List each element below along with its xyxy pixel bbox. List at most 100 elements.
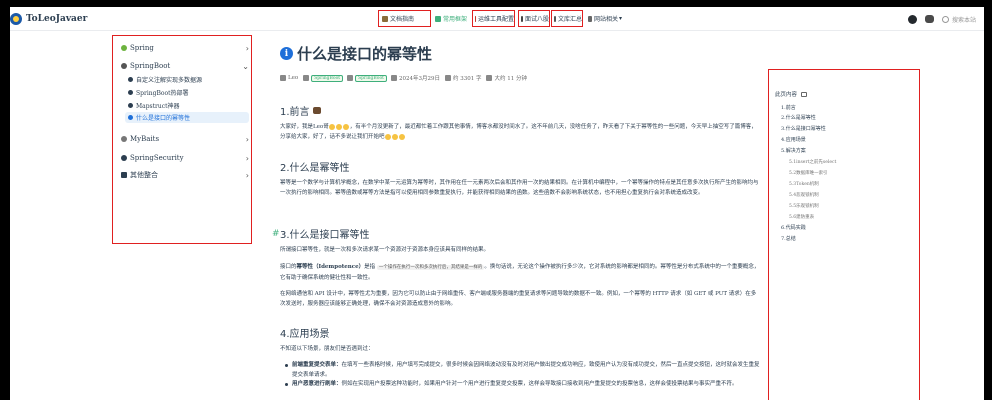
sidebar-item-springboot[interactable]: SpringBoot ⌄ <box>121 60 249 72</box>
toc-item[interactable]: 2.什么是幂等性 <box>781 114 816 123</box>
heading-idempotence: 2.什么是幂等性 <box>280 159 350 174</box>
top-navbar: ToLeoJavaer 文档指南 常用框架 运维工具配置 面试八股 文库汇总 网… <box>10 7 984 31</box>
search-input[interactable]: 搜索本站 <box>941 15 976 24</box>
table-of-contents: 此页内容 1.前言 2.什么是幂等性 3.什么是接口幂等性 4.应用场景 5.解… <box>768 69 920 400</box>
toc-subitem[interactable]: 5.2数据库唯一索引 <box>789 169 828 178</box>
chevron-right-icon: › <box>245 153 249 163</box>
info-icon <box>128 90 133 95</box>
search-placeholder: 搜索本站 <box>951 16 976 24</box>
list-icon <box>521 15 523 22</box>
browser-viewport: ToLeoJavaer 文档指南 常用框架 运维工具配置 面试八股 文库汇总 网… <box>10 7 984 400</box>
sidebar-item-springsecurity[interactable]: SpringSecurity › <box>121 152 249 164</box>
toc-subitem[interactable]: 5.3Token机制 <box>789 180 819 189</box>
anchor-icon[interactable]: # <box>272 229 280 239</box>
bold-text: 幂等性（Idempotence） <box>296 264 365 270</box>
grin-icon <box>392 133 399 140</box>
nav-right: 搜索本站 <box>907 13 976 25</box>
info-icon <box>128 77 133 82</box>
sidebar-subitem-multi-datasource[interactable]: 自定义注解实现多数据源 <box>125 74 249 85</box>
toc-subitem[interactable]: 5.6建防重表 <box>789 213 814 222</box>
text: 不知道以下场景，朋友们是否遇到过： <box>280 346 374 352</box>
toc-item[interactable]: 6.代码实践 <box>781 224 806 233</box>
nav-label: 运维工具配置 <box>477 16 514 23</box>
list-item: 用户恶意进行刷单：例如在实现用户投票这种功能时，如果用户针对一个用户进行重复提交… <box>284 379 760 389</box>
chat-icon[interactable] <box>924 15 934 23</box>
nav-label: 网站相关 <box>593 16 618 23</box>
pen-icon <box>444 75 451 81</box>
tag-icon <box>303 75 310 81</box>
chevron-right-icon: › <box>245 43 249 53</box>
book-icon <box>382 15 388 22</box>
print-icon[interactable] <box>801 91 808 97</box>
coffee-icon <box>312 107 321 114</box>
nav-label: 文档指南 <box>390 16 415 23</box>
sidebar-subitem-hot-deploy[interactable]: SpringBoot热部署 <box>125 87 249 98</box>
category-badge[interactable]: SpringBoot <box>311 74 344 82</box>
frame-icon <box>435 15 441 22</box>
nav-link-docs[interactable]: 文档指南 <box>378 10 431 27</box>
text: 幂等是一个数学与计算机学概念，在数学中某一元运算为幂等时，其作用在任一元素两次后… <box>280 180 759 196</box>
tool-icon <box>475 15 476 22</box>
paragraph-scenarios-intro: 不知道以下场景，朋友们是否遇到过： <box>280 344 760 354</box>
smile-icon <box>336 123 343 130</box>
sidebar-item-label: Spring <box>130 44 154 52</box>
chevron-right-icon: › <box>245 134 249 144</box>
chevron-down-icon: ▾ <box>618 15 622 22</box>
nav-label: 面试八股 <box>524 16 549 23</box>
clock-icon <box>486 75 493 81</box>
toc-item[interactable]: 7.总结 <box>781 235 796 244</box>
text: 例如在实现用户投票这种功能时，如果用户针对一个用户进行重复提交投票，这样会导致接… <box>341 381 738 387</box>
nav-link-interview[interactable]: 面试八股 <box>518 10 550 27</box>
article-meta: Leo SpringBoot SpringBoot 2024年3月29日 约 3… <box>280 73 527 83</box>
sidebar-subitem-idempotence[interactable]: 什么是接口的幂等性 <box>125 112 249 123</box>
sidebar-subitem-mapstruct[interactable]: Mapstruct神器 <box>125 100 249 111</box>
sidebar-item-label: Mapstruct神器 <box>136 103 180 110</box>
springboot-icon <box>121 63 127 69</box>
info-icon: i <box>280 47 293 60</box>
heading-api-idempotence: # 3.什么是接口幂等性 <box>272 226 370 242</box>
text: 接口的 <box>280 264 297 270</box>
site-title: ToLeoJavaer <box>26 14 88 24</box>
calendar-icon <box>390 75 397 81</box>
heading-scenarios: 4.应用场景 <box>280 325 330 340</box>
sidebar-item-other[interactable]: 其他整合 › <box>121 169 249 181</box>
text: 大家好，我是Leo哥 <box>280 124 329 130</box>
publish-date: 2024年3月29日 <box>398 76 440 82</box>
paragraph-api-idempotence: 接口的幂等性（Idempotence）是指 一个操作在执行一次和多次执行后，其结… <box>280 262 760 283</box>
toc-item[interactable]: 3.什么是接口幂等性 <box>781 125 826 134</box>
toc-subitem[interactable]: 5.5乐观锁机制 <box>789 202 819 211</box>
chevron-right-icon: › <box>245 170 249 180</box>
nav-label: 文库汇总 <box>557 16 582 23</box>
nav-link-site[interactable]: 网站相关 ▾ <box>586 10 622 27</box>
toc-item[interactable]: 4.应用场景 <box>781 136 806 145</box>
user-icon <box>280 75 286 81</box>
bold-text: 前端重复提交表单： <box>292 362 342 368</box>
nav-link-frameworks[interactable]: 常用框架 <box>434 10 472 27</box>
author[interactable]: Leo <box>288 75 298 81</box>
site-brand[interactable]: ToLeoJavaer <box>10 13 87 25</box>
toc-item[interactable]: 1.前言 <box>781 104 796 113</box>
github-icon[interactable] <box>907 14 917 24</box>
toc-subitem[interactable]: 5.4悲观锁机制 <box>789 191 819 200</box>
toc-item[interactable]: 5.解决方案 <box>781 147 806 156</box>
sidebar: Spring › SpringBoot ⌄ 自定义注解实现多数据源 Spring… <box>112 35 252 244</box>
logo-icon <box>10 13 22 25</box>
grid-icon <box>121 172 127 178</box>
paragraph-idempotence: 幂等是一个数学与计算机学概念，在数学中某一元运算为幂等时，其作用在任一元素两次后… <box>280 178 760 198</box>
sidebar-item-label: 其他整合 <box>130 171 158 179</box>
sidebar-item-label: 什么是接口的幂等性 <box>136 115 191 122</box>
library-icon <box>554 15 556 22</box>
bold-text: 用户恶意进行刷单： <box>292 381 342 387</box>
toc-subitem[interactable]: 5.1insert之前先select <box>789 158 836 167</box>
sidebar-item-spring[interactable]: Spring › <box>121 42 249 54</box>
article: i 什么是接口的幂等性 Leo SpringBoot SpringBoot 20… <box>272 33 762 400</box>
nav-link-ops-tools[interactable]: 运维工具配置 <box>472 10 515 27</box>
nav-link-library[interactable]: 文库汇总 <box>551 10 583 27</box>
heading-text: 1.前言 <box>280 107 310 118</box>
list-item: 前端重复提交表单：在填写一些表格时候，用户填写完成提交，很多时候会因网络波动没有… <box>284 360 760 380</box>
nav-label: 常用框架 <box>443 16 468 23</box>
tag-badge[interactable]: SpringBoot <box>355 74 387 82</box>
sidebar-item-mybatis[interactable]: MyBaits › <box>121 133 249 145</box>
text: 在填写一些表格时候，用户填写完成提交，很多时候会因网络波动没有及时对用户做出提交… <box>292 362 760 378</box>
heading-text: 3.什么是接口幂等性 <box>280 230 370 241</box>
